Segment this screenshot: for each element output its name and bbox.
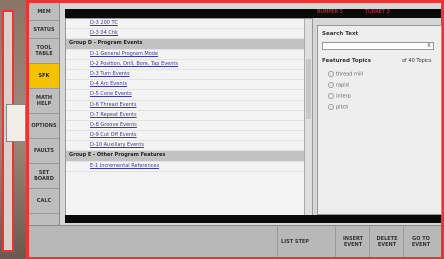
insert-event-button[interactable]: INSERT EVENT <box>335 226 370 257</box>
status-right: TURRET 3 <box>365 9 390 15</box>
clear-search-button[interactable]: X <box>424 42 434 50</box>
softkey-sfk[interactable]: SFK <box>29 64 59 89</box>
list-item[interactable]: D-3 04 Chk <box>66 29 312 40</box>
topic-label: rapid <box>336 82 349 89</box>
scrollbar-thumb[interactable] <box>306 59 311 119</box>
radio-icon <box>328 71 334 77</box>
topic-count: of 40 Topics <box>402 58 432 64</box>
list-item[interactable]: D-7 Repeat Events <box>66 111 312 121</box>
search-title: Search Text <box>322 31 359 37</box>
list-item[interactable]: D-2 Position, Drill, Bore, Tap Events <box>66 60 312 70</box>
topic-label: thread mill <box>336 71 364 78</box>
featured-topic[interactable]: pitch <box>328 104 348 111</box>
softkey-options[interactable]: OPTIONS <box>29 114 59 139</box>
list-item[interactable]: D-1 General Program Mode <box>66 50 312 60</box>
bottom-bar <box>65 215 441 223</box>
list-step-button[interactable]: LIST STEP <box>277 226 312 257</box>
topic-label: pitch <box>336 104 349 111</box>
softkey-mem[interactable]: MEM <box>29 3 59 21</box>
list-item[interactable]: D-5 Cone Events <box>66 90 312 101</box>
softkey-tool-table[interactable]: TOOL TABLE <box>29 39 59 64</box>
list-item[interactable]: D-3 200 TC <box>66 19 312 30</box>
top-status-bar: BUMPER 3 TURRET 3 <box>65 9 441 18</box>
group-header: Group D - Program Events <box>66 39 312 50</box>
radio-icon <box>328 82 334 88</box>
list-item[interactable]: D-10 Auxiliary Events <box>66 141 312 152</box>
softkey-math-help[interactable]: MATH HELP <box>29 89 59 114</box>
featured-topic[interactable]: rapid <box>328 82 349 89</box>
list-item[interactable]: D-9 Cut Off Events <box>66 131 312 142</box>
group-header: Group E - Other Program Features <box>66 151 312 162</box>
list-item[interactable]: D-8 Groove Events <box>66 121 312 132</box>
list-item[interactable]: D-6 Thread Events <box>66 101 312 111</box>
topic-label: interp <box>336 93 351 100</box>
radio-icon <box>328 93 334 99</box>
search-panel: Search Text X Featured Topics of 40 Topi… <box>317 25 442 215</box>
featured-topic[interactable]: interp <box>328 93 351 100</box>
featured-topic[interactable]: thread mill <box>328 71 363 78</box>
list-item[interactable]: E-1 Incremental References <box>66 162 312 172</box>
radio-icon <box>328 104 334 110</box>
softkey-status[interactable]: STATUS <box>29 21 59 39</box>
function-key-bar: LIST STEP INSERT EVENT DELETE EVENT GO T… <box>29 225 441 257</box>
softkey-set-board[interactable]: SET BOARD <box>29 164 59 189</box>
bezel-knob <box>6 104 26 142</box>
list-scrollbar[interactable] <box>304 19 312 216</box>
softkey-faults[interactable]: FAULTS <box>29 139 59 164</box>
go-to-event-button[interactable]: GO TO EVENT <box>403 226 438 257</box>
delete-event-button[interactable]: DELETE EVENT <box>369 226 404 257</box>
featured-title: Featured Topics <box>322 58 371 64</box>
search-input[interactable] <box>322 42 434 50</box>
list-item[interactable]: D-4 Arc Events <box>66 80 312 91</box>
list-item[interactable]: D-3 Turn Events <box>66 70 312 81</box>
cnc-screen: MEM STATUS TOOL TABLE SFK MATH HELP OPTI… <box>26 0 444 259</box>
status-left: BUMPER 3 <box>317 9 343 15</box>
softkey-column: MEM STATUS TOOL TABLE SFK MATH HELP OPTI… <box>29 3 60 225</box>
softkey-calc[interactable]: CALC <box>29 189 59 214</box>
help-topic-list: D-3 200 TC D-3 04 Chk Group D - Program … <box>65 18 313 217</box>
